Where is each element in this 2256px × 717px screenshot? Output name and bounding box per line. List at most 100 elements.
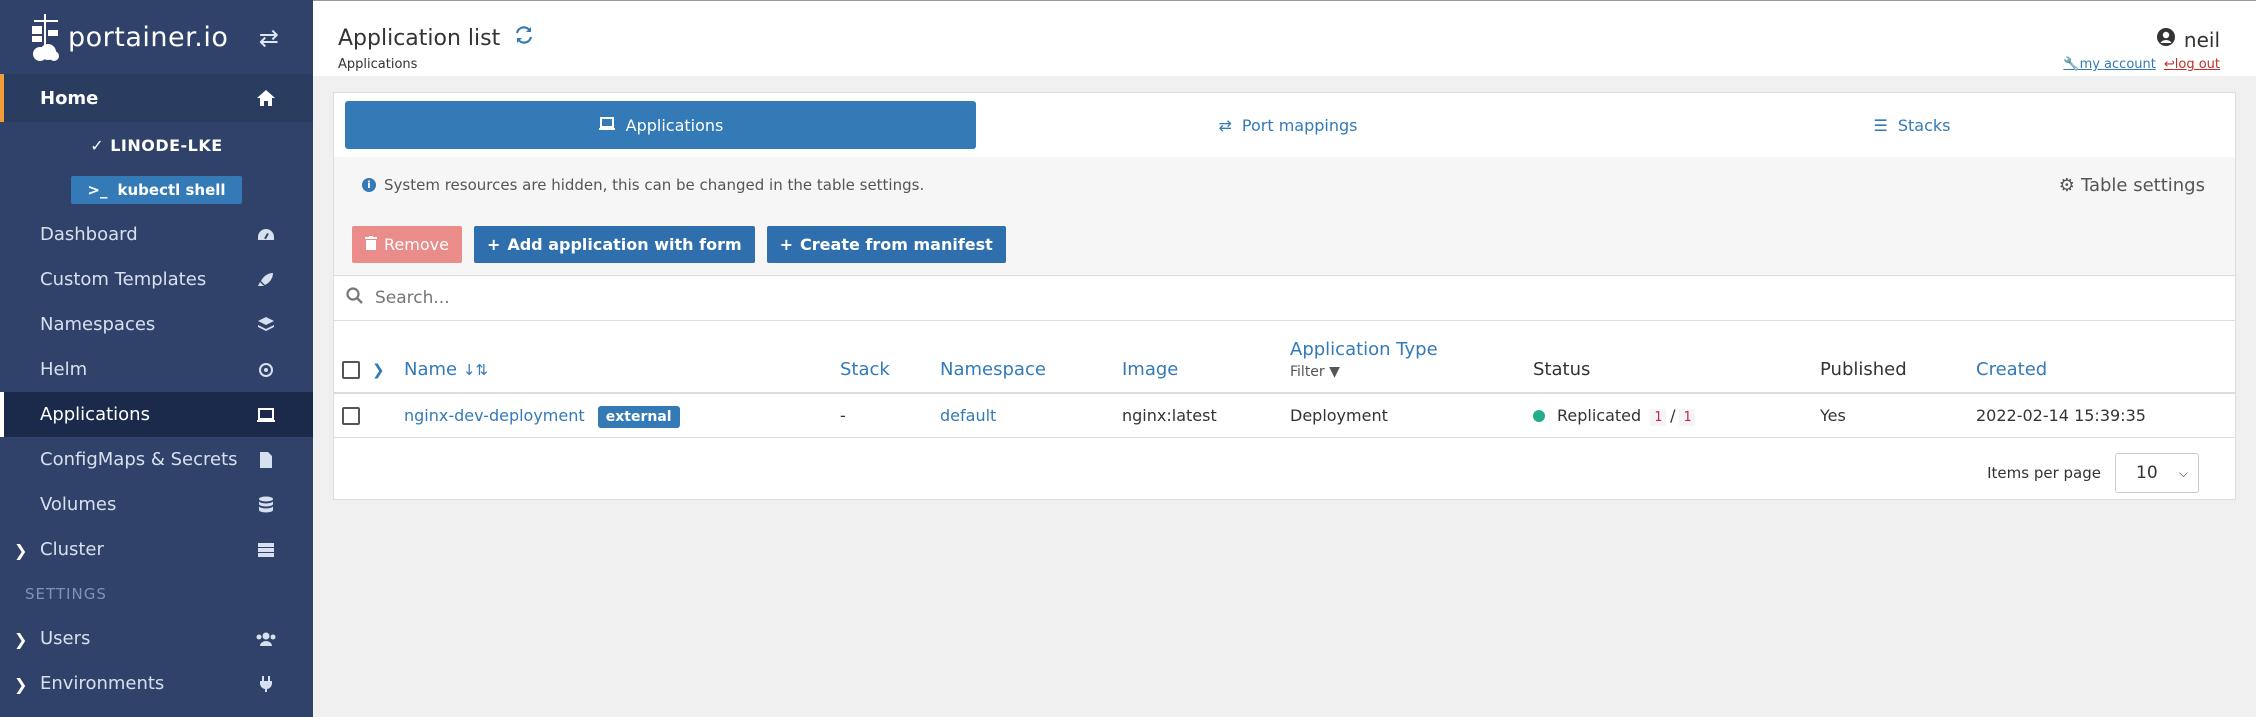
environment-label: LINODE-LKE bbox=[110, 135, 223, 155]
items-per-page-select[interactable]: 10 ⌵ bbox=[2115, 453, 2199, 493]
sidebar-toggle-icon[interactable]: ⇄ bbox=[259, 24, 279, 52]
sidebar-item-applications[interactable]: Applications bbox=[0, 392, 313, 437]
sidebar-item-configmaps[interactable]: ConfigMaps & Secrets bbox=[0, 437, 313, 482]
chevron-right-icon: ❯ bbox=[14, 541, 28, 560]
namespace-link[interactable]: default bbox=[940, 393, 1122, 437]
chevron-right-icon: ❯ bbox=[14, 675, 28, 694]
sidebar-item-label: Custom Templates bbox=[40, 269, 207, 290]
kubectl-wrap: >_ kubectl shell bbox=[0, 168, 313, 212]
status-dot-icon bbox=[1533, 410, 1545, 423]
column-published: Published bbox=[1820, 359, 1907, 380]
tab-label: Port mappings bbox=[1241, 115, 1358, 135]
my-account-label: my account bbox=[2079, 57, 2156, 72]
log-out-link[interactable]: ↩log out bbox=[2164, 57, 2220, 72]
external-badge: external bbox=[597, 405, 680, 428]
select-all-cell bbox=[334, 321, 372, 393]
applications-table: ❯ Name ↓⇅ Stack Namespace Image Applicat… bbox=[334, 321, 2235, 438]
plus-icon: + bbox=[779, 234, 794, 254]
cell-image: nginx:latest bbox=[1122, 405, 1217, 425]
sidebar-item-volumes[interactable]: Volumes bbox=[0, 482, 313, 527]
search-input[interactable] bbox=[375, 288, 975, 308]
tab-port-mappings[interactable]: ⇄ Port mappings bbox=[976, 101, 1600, 149]
kubectl-shell-button[interactable]: >_ kubectl shell bbox=[71, 176, 242, 204]
info-text: System resources are hidden, this can be… bbox=[384, 176, 925, 194]
column-image[interactable]: Image bbox=[1122, 321, 1290, 393]
add-form-label: Add application with form bbox=[507, 234, 742, 254]
sort-icon: ↓⇅ bbox=[462, 361, 488, 379]
sidebar-item-cluster[interactable]: ❯ Cluster bbox=[0, 527, 313, 572]
tab-label: Stacks bbox=[1897, 115, 1951, 135]
sidebar-item-label: ConfigMaps & Secrets bbox=[40, 449, 238, 470]
user-menu: neil bbox=[2156, 27, 2220, 52]
log-out-label: log out bbox=[2174, 57, 2220, 72]
column-name[interactable]: Name ↓⇅ bbox=[404, 321, 840, 393]
list-icon: ☰ bbox=[1873, 115, 1888, 135]
column-namespace[interactable]: Namespace bbox=[940, 321, 1122, 393]
column-label: Name bbox=[404, 359, 458, 380]
my-account-link[interactable]: 🔧my account bbox=[2063, 57, 2155, 72]
breadcrumb: Applications bbox=[338, 57, 418, 72]
sidebar-item-label: Home bbox=[40, 87, 99, 109]
sidebar-item-label: Applications bbox=[40, 404, 150, 425]
database-icon bbox=[255, 496, 277, 514]
top-header: Application list Applications neil 🔧my a… bbox=[313, 0, 2256, 76]
row-select-cell bbox=[334, 393, 372, 437]
refresh-icon[interactable] bbox=[514, 25, 534, 51]
sidebar-item-dashboard[interactable]: Dashboard bbox=[0, 212, 313, 257]
info-bar: i System resources are hidden, this can … bbox=[334, 157, 2235, 213]
sidebar-item-users[interactable]: ❯ Users bbox=[0, 616, 313, 661]
settings-section-header: SETTINGS bbox=[25, 585, 107, 603]
expand-all-cell: ❯ bbox=[372, 321, 404, 393]
exchange-icon: ⇄ bbox=[1218, 115, 1232, 135]
home-icon bbox=[255, 89, 277, 107]
column-status: Status bbox=[1533, 359, 1591, 380]
sidebar-item-label: Volumes bbox=[40, 494, 117, 515]
application-name-link[interactable]: nginx-dev-deployment bbox=[404, 406, 585, 425]
tab-label: Applications bbox=[625, 115, 724, 135]
file-code-icon bbox=[255, 451, 277, 469]
table-header-row: ❯ Name ↓⇅ Stack Namespace Image Applicat… bbox=[334, 321, 2235, 393]
server-icon bbox=[255, 542, 277, 558]
items-per-page-value: 10 bbox=[2136, 463, 2158, 483]
remove-button[interactable]: Remove bbox=[352, 225, 462, 263]
plus-icon: + bbox=[486, 234, 501, 254]
sidebar-item-label: Dashboard bbox=[40, 224, 138, 245]
status-text: Replicated bbox=[1557, 405, 1642, 425]
tab-stacks[interactable]: ☰ Stacks bbox=[1600, 101, 2224, 149]
environment-name: ✓ LINODE-LKE bbox=[0, 122, 313, 168]
sidebar-item-label: Namespaces bbox=[40, 314, 156, 335]
filter-control[interactable]: Filter ▼ bbox=[1290, 364, 1533, 380]
replicas-separator: / bbox=[1670, 405, 1676, 425]
column-created[interactable]: Created bbox=[1976, 321, 2235, 393]
table-row: nginx-dev-deployment external - default … bbox=[334, 393, 2235, 437]
search-bar bbox=[334, 276, 2235, 321]
helm-icon bbox=[255, 361, 277, 379]
trash-icon bbox=[365, 235, 377, 254]
create-from-manifest-button[interactable]: + Create from manifest bbox=[766, 225, 1006, 263]
brand-name: portainer.io bbox=[68, 21, 229, 53]
layers-icon bbox=[255, 316, 277, 334]
tab-applications[interactable]: Applications bbox=[345, 101, 976, 149]
page-title-text: Application list bbox=[338, 25, 501, 51]
sidebar-item-custom-templates[interactable]: Custom Templates bbox=[0, 257, 313, 302]
filter-icon: ▼ bbox=[1329, 364, 1340, 380]
chevron-right-icon[interactable]: ❯ bbox=[372, 361, 385, 379]
column-application-type[interactable]: Application Type Filter ▼ bbox=[1290, 321, 1533, 393]
sidebar: portainer.io ⇄ Home ✓ LINODE-LKE >_ kube… bbox=[0, 0, 313, 717]
select-all-checkbox[interactable] bbox=[342, 361, 360, 379]
cell-type: Deployment bbox=[1290, 405, 1388, 425]
sidebar-item-environments[interactable]: ❯ Environments bbox=[0, 661, 313, 706]
sidebar-item-namespaces[interactable]: Namespaces bbox=[0, 302, 313, 347]
logo[interactable]: portainer.io ⇄ bbox=[0, 0, 313, 74]
plug-icon bbox=[255, 675, 277, 693]
column-stack[interactable]: Stack bbox=[840, 321, 940, 393]
sidebar-item-helm[interactable]: Helm bbox=[0, 347, 313, 392]
tachometer-icon bbox=[255, 227, 277, 243]
user-links: 🔧my account ↩log out bbox=[2063, 57, 2220, 72]
add-application-with-form-button[interactable]: + Add application with form bbox=[473, 225, 755, 263]
row-checkbox[interactable] bbox=[342, 407, 360, 425]
search-icon bbox=[346, 287, 363, 309]
table-settings-button[interactable]: ⚙ Table settings bbox=[2059, 175, 2205, 196]
create-manifest-label: Create from manifest bbox=[800, 234, 993, 254]
sidebar-item-home[interactable]: Home bbox=[0, 74, 313, 122]
